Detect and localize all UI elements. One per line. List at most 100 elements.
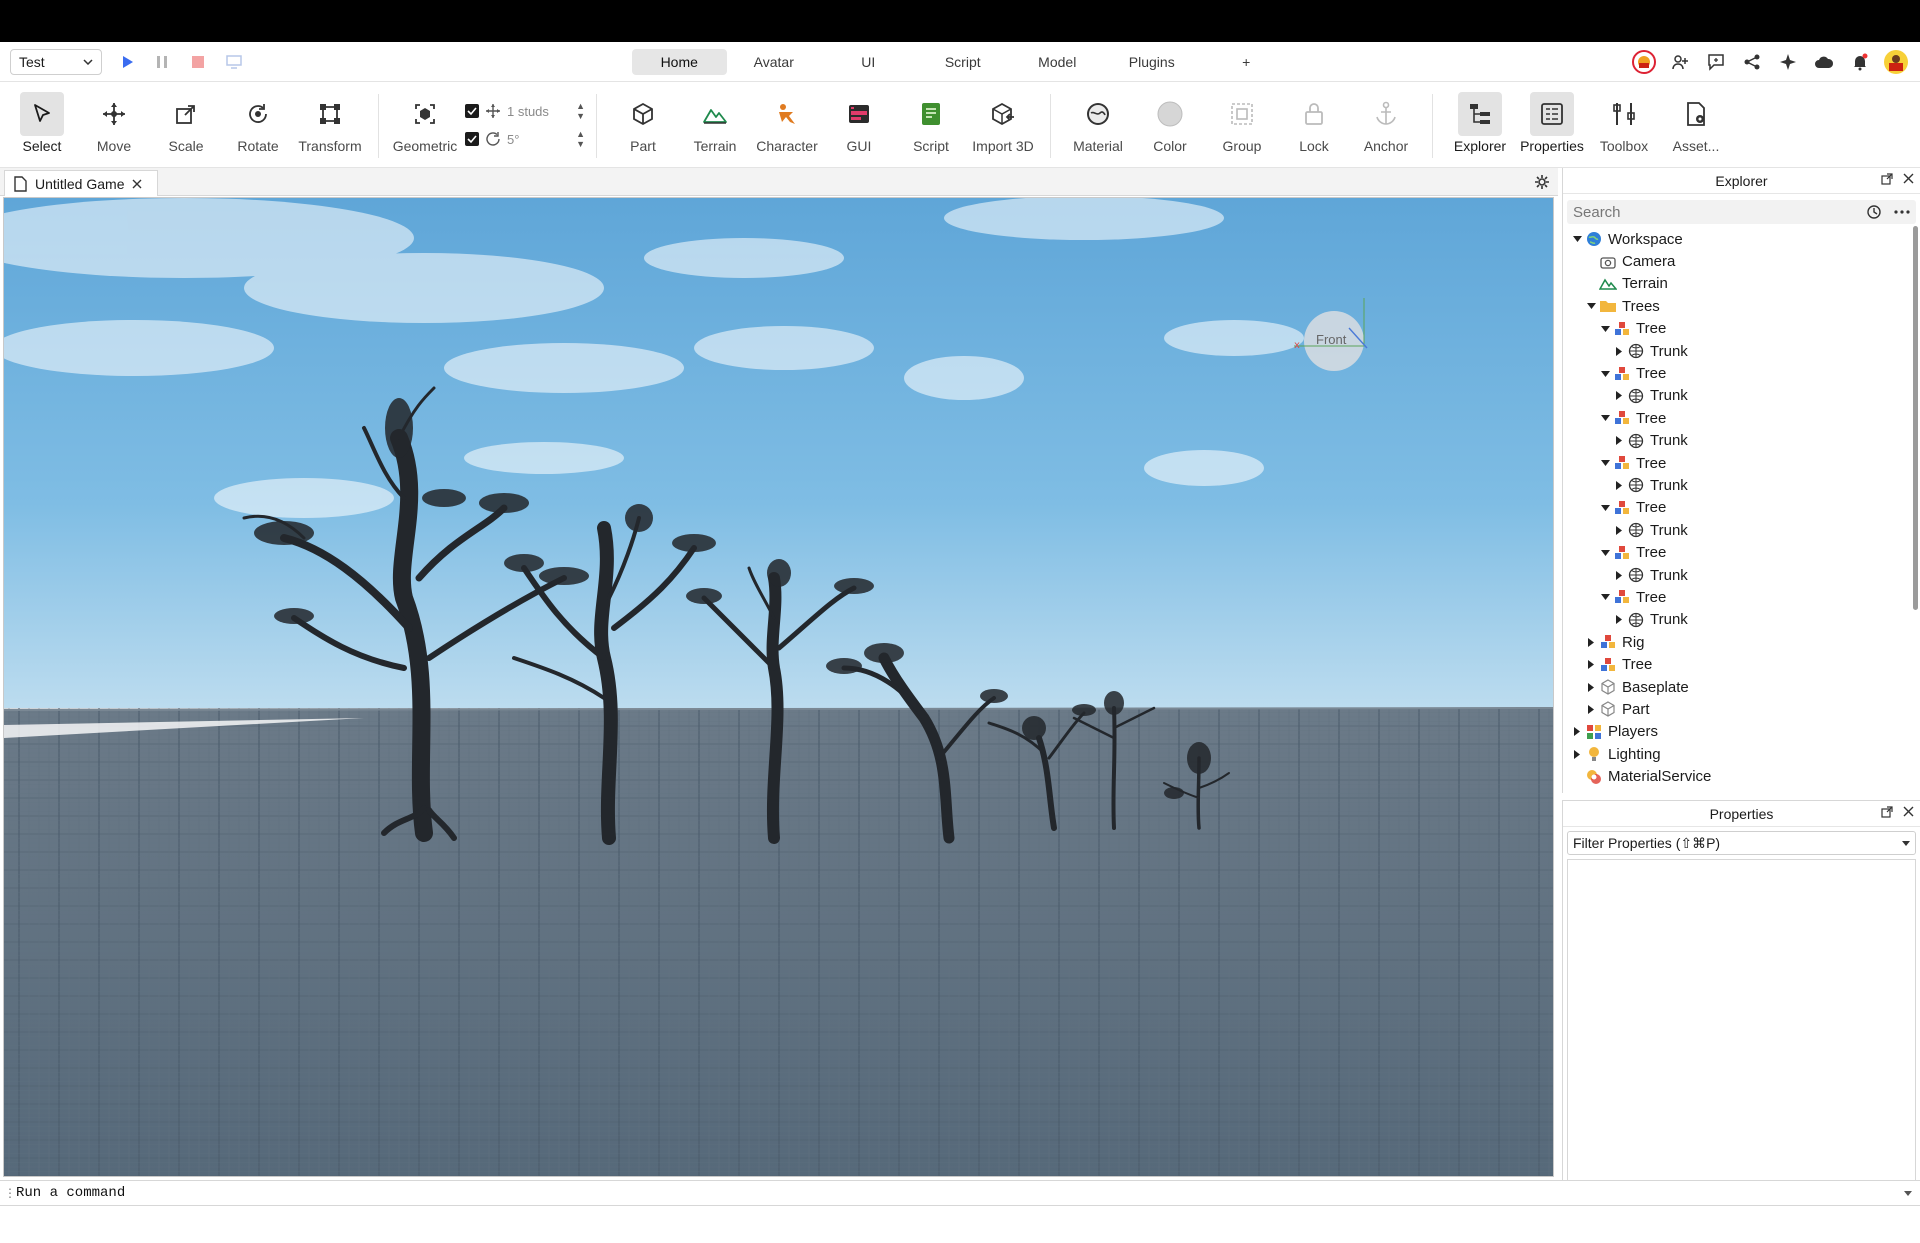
tree-item-tree[interactable]: Tree: [1563, 452, 1920, 474]
close-icon[interactable]: [132, 179, 142, 189]
place-selector[interactable]: Test: [10, 49, 102, 75]
tree-item-tree[interactable]: Tree: [1563, 497, 1920, 519]
history-icon[interactable]: [1866, 204, 1882, 220]
expand-arrow-right-icon[interactable]: [1613, 390, 1625, 402]
undock-icon[interactable]: [1881, 173, 1893, 185]
expand-arrow-right-icon[interactable]: [1613, 345, 1625, 357]
expand-arrow-down-icon[interactable]: [1599, 412, 1611, 424]
rotate-snap-stepper[interactable]: ▲ ▼: [576, 129, 585, 149]
tree-item-workspace[interactable]: Workspace: [1563, 228, 1920, 250]
tree-item-terrain[interactable]: Terrain: [1563, 273, 1920, 295]
tree-item-baseplate[interactable]: Baseplate: [1563, 676, 1920, 698]
tree-item-tree[interactable]: Tree: [1563, 407, 1920, 429]
tab-model[interactable]: Model: [1010, 49, 1105, 75]
terrain-tool[interactable]: Terrain: [681, 92, 749, 162]
character-tool[interactable]: Character: [753, 92, 821, 162]
explorer-scrollbar[interactable]: [1913, 226, 1918, 610]
material-tool[interactable]: Material: [1064, 92, 1132, 162]
explorer-toggle[interactable]: Explorer: [1446, 92, 1514, 162]
command-input[interactable]: [16, 1185, 1896, 1201]
chevron-down-icon[interactable]: [1904, 1191, 1912, 1196]
tree-item-tree[interactable]: Tree: [1563, 586, 1920, 608]
transform-tool[interactable]: Transform: [296, 92, 364, 162]
rotate-snap-value[interactable]: 5°: [507, 132, 519, 147]
play-button[interactable]: [118, 52, 138, 72]
expand-arrow-right-icon[interactable]: [1571, 748, 1583, 760]
filter-properties-input[interactable]: Filter Properties (⇧⌘P): [1567, 831, 1916, 855]
properties-toggle[interactable]: Properties: [1518, 92, 1586, 162]
more-icon[interactable]: [1894, 210, 1910, 214]
assistant-button[interactable]: [1774, 50, 1802, 74]
expand-arrow-down-icon[interactable]: [1599, 502, 1611, 514]
tree-item-materialservice[interactable]: MaterialService: [1563, 765, 1920, 787]
tree-item-trunk[interactable]: Trunk: [1563, 430, 1920, 452]
expand-arrow-right-icon[interactable]: [1571, 726, 1583, 738]
move-snap-checkbox[interactable]: [465, 104, 479, 118]
select-tool[interactable]: Select: [8, 92, 76, 162]
rotate-tool[interactable]: Rotate: [224, 92, 292, 162]
expand-arrow-right-icon[interactable]: [1585, 703, 1597, 715]
expand-arrow-right-icon[interactable]: [1585, 659, 1597, 671]
expand-arrow-right-icon[interactable]: [1585, 636, 1597, 648]
chevron-down-icon[interactable]: [1902, 840, 1910, 846]
add-tab-button[interactable]: +: [1199, 49, 1294, 75]
geometric-mode-tool[interactable]: Geometric: [391, 92, 459, 162]
part-tool[interactable]: Part: [609, 92, 677, 162]
tree-item-trunk[interactable]: Trunk: [1563, 564, 1920, 586]
tree-item-lighting[interactable]: Lighting: [1563, 743, 1920, 765]
stop-button[interactable]: [188, 52, 208, 72]
expand-arrow-right-icon[interactable]: [1613, 614, 1625, 626]
tree-item-players[interactable]: Players: [1563, 721, 1920, 743]
explorer-search-input[interactable]: [1573, 203, 1833, 221]
tree-item-tree[interactable]: Tree: [1563, 362, 1920, 384]
toolbox-toggle[interactable]: Toolbox: [1590, 92, 1658, 162]
tree-item-tree[interactable]: Tree: [1563, 318, 1920, 340]
tree-item-rig[interactable]: Rig: [1563, 631, 1920, 653]
avatar-button[interactable]: [1882, 50, 1910, 74]
tab-ui[interactable]: UI: [821, 49, 916, 75]
expand-arrow-down-icon[interactable]: [1599, 547, 1611, 559]
profile-status-button[interactable]: [1630, 50, 1658, 74]
tree-item-tree[interactable]: Tree: [1563, 541, 1920, 563]
expand-arrow-right-icon[interactable]: [1613, 524, 1625, 536]
expand-arrow-right-icon[interactable]: [1613, 435, 1625, 447]
expand-arrow-down-icon[interactable]: [1599, 457, 1611, 469]
tree-item-trees[interactable]: Trees: [1563, 295, 1920, 317]
color-tool[interactable]: Color: [1136, 92, 1204, 162]
share-button[interactable]: [1738, 50, 1766, 74]
lock-tool[interactable]: Lock: [1280, 92, 1348, 162]
device-emulator-button[interactable]: [224, 52, 244, 72]
import-3d-tool[interactable]: Import 3D: [969, 92, 1037, 162]
tab-avatar[interactable]: Avatar: [727, 49, 822, 75]
tree-item-trunk[interactable]: Trunk: [1563, 385, 1920, 407]
tab-home[interactable]: Home: [632, 49, 727, 75]
expand-arrow-right-icon[interactable]: [1585, 681, 1597, 693]
tree-item-trunk[interactable]: Trunk: [1563, 519, 1920, 541]
view-cube-label[interactable]: Front: [1316, 332, 1346, 347]
script-tool[interactable]: Script: [897, 92, 965, 162]
tree-item-trunk[interactable]: Trunk: [1563, 609, 1920, 631]
expand-arrow-right-icon[interactable]: [1613, 569, 1625, 581]
viewport-settings-icon[interactable]: [1534, 174, 1550, 190]
expand-arrow-down-icon[interactable]: [1585, 300, 1597, 312]
move-snap-stepper[interactable]: ▲ ▼: [576, 101, 585, 121]
expand-arrow-down-icon[interactable]: [1571, 233, 1583, 245]
tree-item-trunk[interactable]: Trunk: [1563, 340, 1920, 362]
tree-item-trunk[interactable]: Trunk: [1563, 474, 1920, 496]
asset-manager-toggle[interactable]: Asset...: [1662, 92, 1730, 162]
tree-item-part[interactable]: Part: [1563, 698, 1920, 720]
scale-tool[interactable]: Scale: [152, 92, 220, 162]
cloud-button[interactable]: [1810, 50, 1838, 74]
document-tab[interactable]: Untitled Game: [4, 170, 158, 196]
group-tool[interactable]: Group: [1208, 92, 1276, 162]
expand-arrow-right-icon[interactable]: [1613, 479, 1625, 491]
anchor-tool[interactable]: Anchor: [1352, 92, 1420, 162]
drag-handle-icon[interactable]: ⋮: [4, 1186, 16, 1200]
rotate-snap-checkbox[interactable]: [465, 132, 479, 146]
notifications-button[interactable]: [1846, 50, 1874, 74]
3d-viewport[interactable]: x Front: [3, 197, 1554, 1177]
move-snap-value[interactable]: 1 studs: [507, 104, 549, 119]
close-icon[interactable]: [1903, 173, 1914, 184]
tree-item-camera[interactable]: Camera: [1563, 250, 1920, 272]
tree-item-tree[interactable]: Tree: [1563, 653, 1920, 675]
